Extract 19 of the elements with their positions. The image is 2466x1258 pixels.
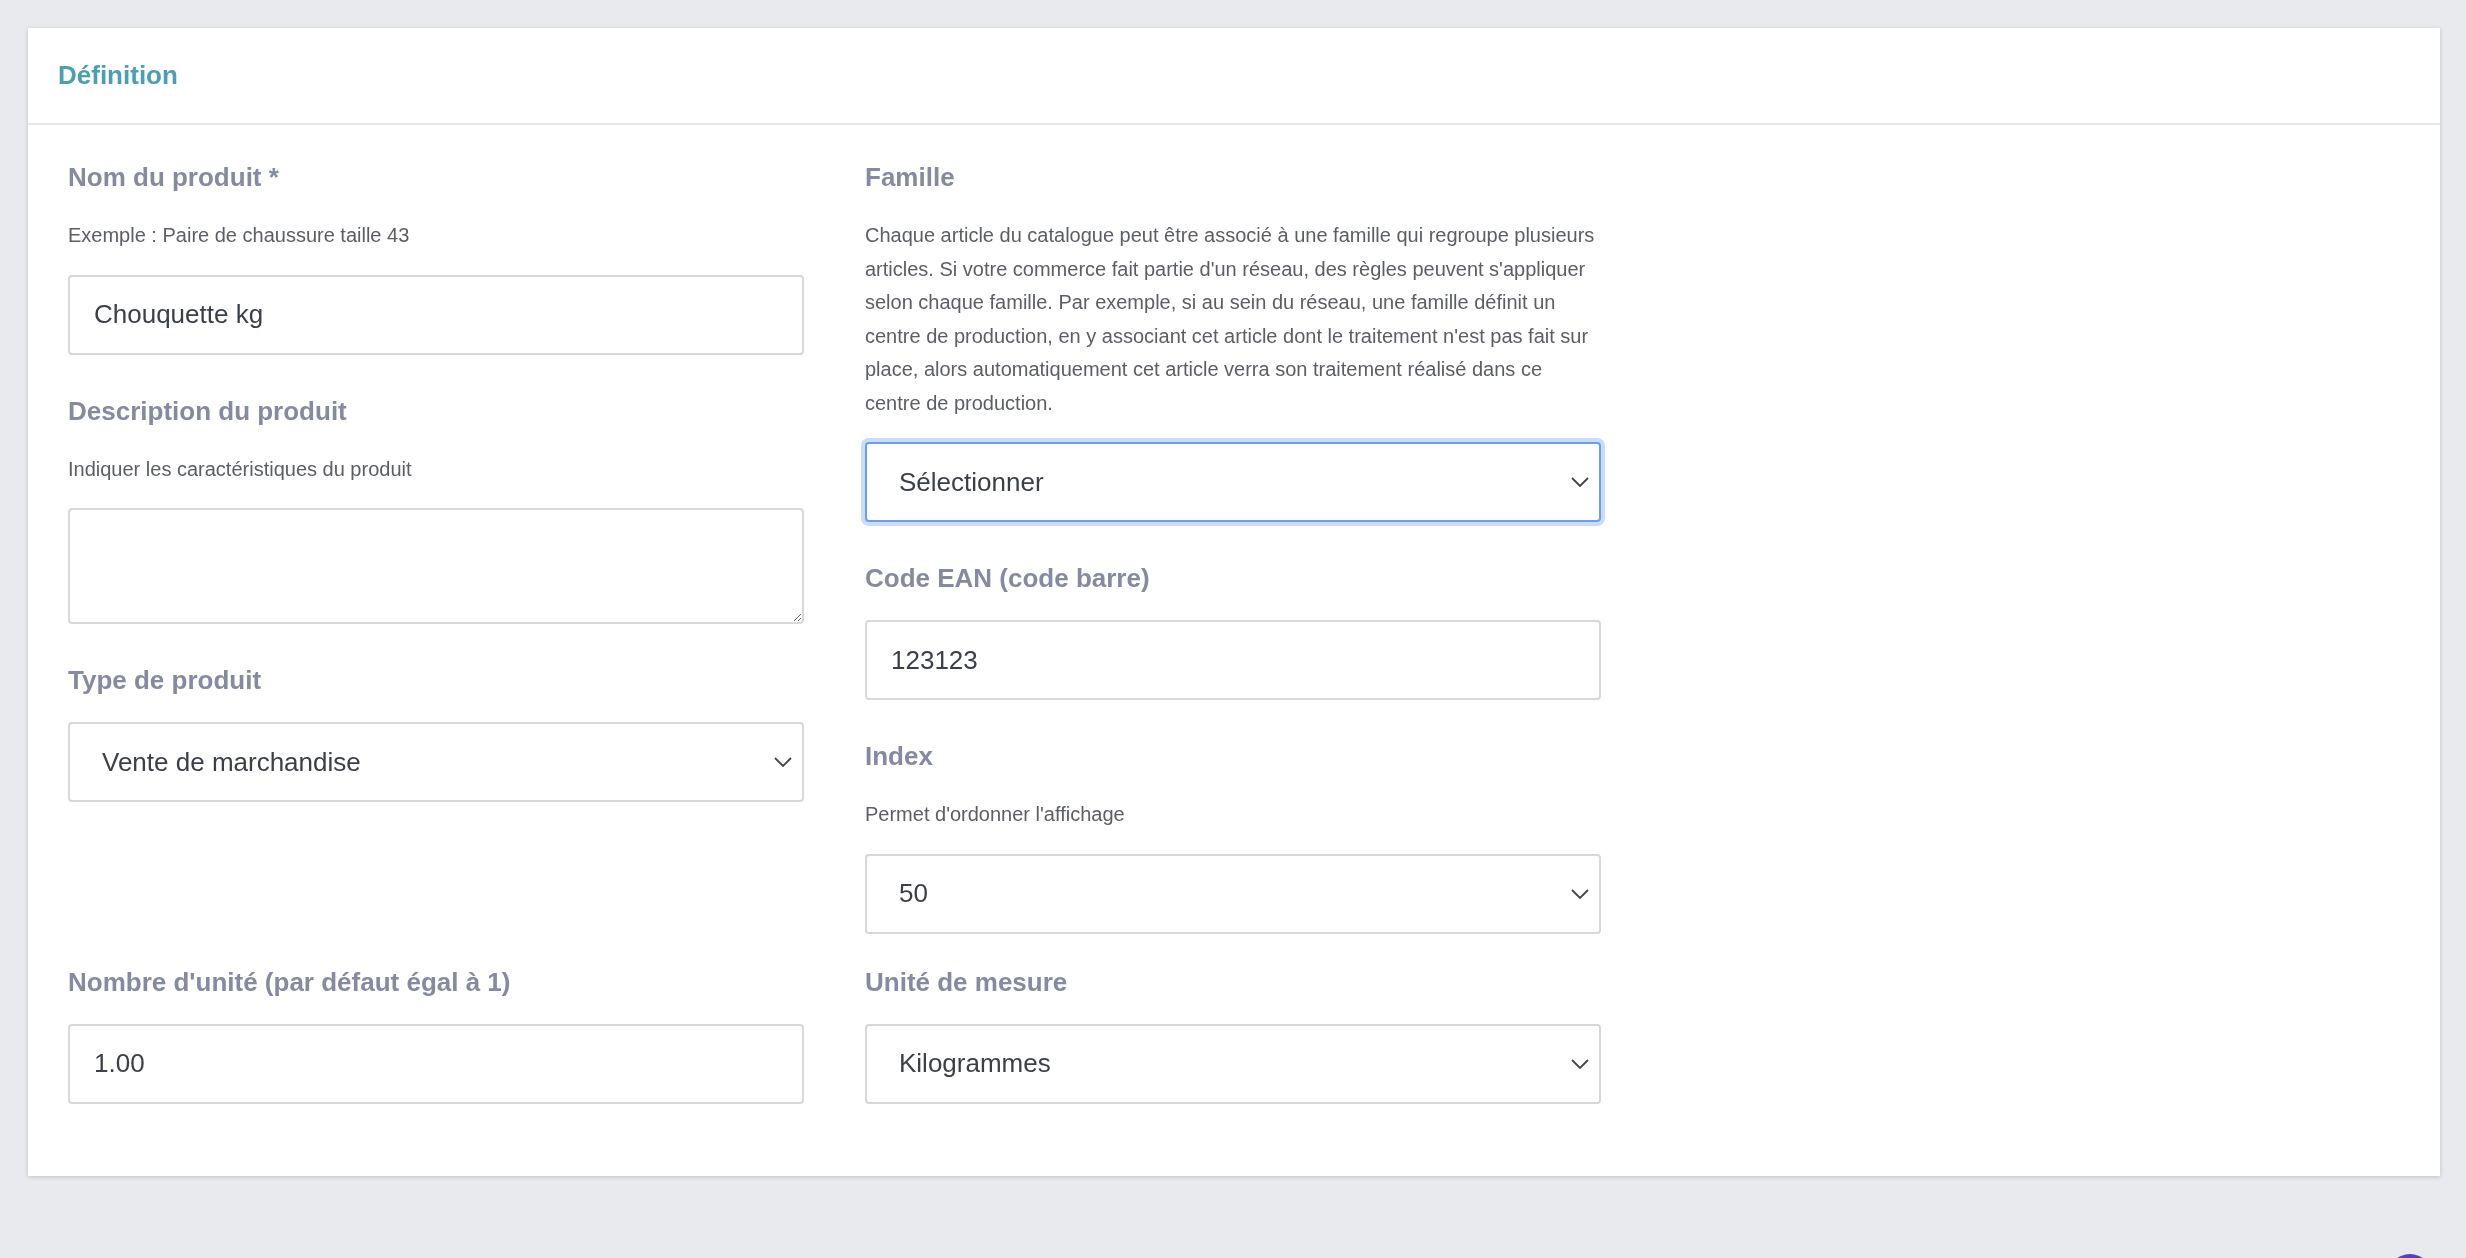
helper-text: Permet d'ordonner l'affichage [865,802,1126,827]
field-label: Nom du produit * [68,161,280,194]
card-title: Définition [58,60,178,91]
select-field[interactable]: 50 [865,853,1601,934]
input-field[interactable]: 1.00 [68,1023,804,1104]
input-field[interactable]: Chouquette kg [68,274,804,355]
field-label: Code EAN (code barre) [865,562,1151,595]
field-label: Index [865,740,934,773]
field-label: Unité de mesure [865,965,1069,999]
helper-text: Chaque article du catalogue peut être associé à une famille qui regroupe plusieurs articles. Si votre commerce fait partie d'un réseau, des règles peuvent s'appliquer selon chaque famille. Par exemple, si au sein du réseau, une famille définit un centre de production, en y associant cet article dont le traitement n'est pas fait sur place, alors automatiquement cet article verra son traitement réalisé dans ce centre de production. [865,223,1596,416]
select-field[interactable]: Kilogrammes [865,1023,1601,1104]
select-field[interactable]: Vente de marchandise [68,722,804,802]
field-label: Description du produit [68,394,348,428]
input-field[interactable]: 123123 [865,620,1601,700]
field-label: Famille [865,161,956,194]
helper-text: Exemple : Paire de chaussure taille 43 [68,223,411,248]
field-label: Nombre d'unité (par défaut égal à 1) [68,965,512,999]
field-label: Type de produit [68,664,263,697]
helper-text: Indiquer les caractéristiques du produit [68,456,413,482]
